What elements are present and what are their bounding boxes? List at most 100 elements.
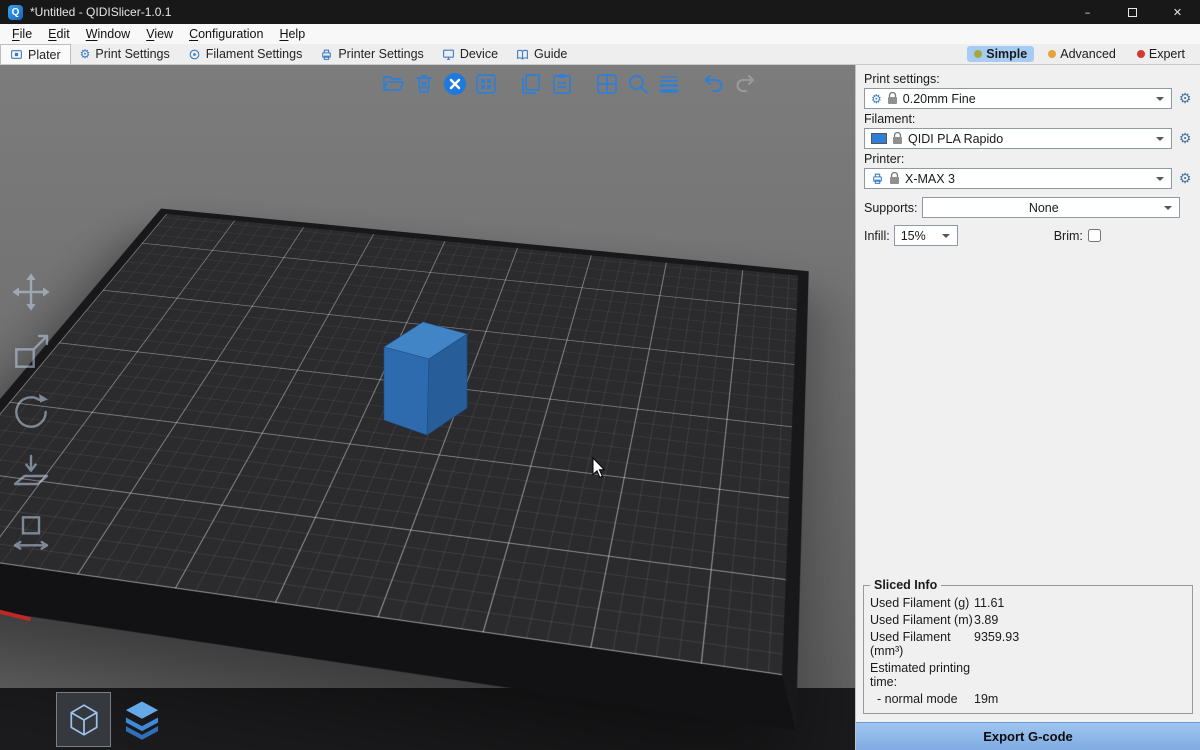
delete-button[interactable] bbox=[411, 71, 437, 97]
preview-view-button[interactable] bbox=[114, 692, 169, 747]
expert-mode-dot-icon bbox=[1137, 50, 1145, 58]
print-settings-gear-button[interactable]: ⚙ bbox=[1176, 92, 1194, 106]
print-settings-label: Print settings: bbox=[856, 69, 1200, 88]
print-bed bbox=[0, 209, 809, 731]
delete-all-button[interactable] bbox=[442, 71, 468, 97]
tab-label: Guide bbox=[534, 47, 567, 61]
rotate-tool-button[interactable] bbox=[8, 389, 54, 435]
variable-layer-height-button[interactable] bbox=[656, 71, 682, 97]
sliced-info-row: Used Filament (g) 11.61 bbox=[870, 594, 1186, 611]
mode-expert[interactable]: Expert bbox=[1130, 46, 1192, 62]
menu-window[interactable]: Window bbox=[78, 25, 138, 43]
mode-simple[interactable]: Simple bbox=[967, 46, 1034, 62]
window-title: *Untitled - QIDISlicer-1.0.1 bbox=[30, 5, 171, 19]
copy-icon bbox=[519, 72, 543, 96]
copy-button[interactable] bbox=[518, 71, 544, 97]
sliced-info-row: Used Filament (mm³) 9359.93 bbox=[870, 628, 1186, 659]
view-switch bbox=[56, 692, 169, 747]
tab-label: Printer Settings bbox=[338, 47, 423, 61]
paste-icon bbox=[550, 72, 574, 96]
bed-scene bbox=[0, 65, 855, 750]
supports-value: None bbox=[1029, 201, 1059, 215]
scale-icon bbox=[11, 332, 51, 372]
menu-help[interactable]: Help bbox=[271, 25, 313, 43]
filament-gear-button[interactable]: ⚙ bbox=[1176, 132, 1194, 146]
arrange-button[interactable] bbox=[473, 71, 499, 97]
search-button[interactable] bbox=[625, 71, 651, 97]
search-icon bbox=[626, 72, 650, 96]
title-bar: Q *Untitled - QIDISlicer-1.0.1 – ✕ bbox=[0, 0, 1200, 24]
layers-icon bbox=[121, 699, 163, 741]
lock-icon bbox=[887, 92, 898, 105]
layer-height-icon bbox=[657, 72, 681, 96]
redo-button[interactable] bbox=[732, 71, 758, 97]
lock-icon bbox=[892, 132, 903, 145]
menu-file[interactable]: File bbox=[4, 25, 40, 43]
tab-guide[interactable]: Guide bbox=[507, 44, 576, 64]
open-file-button[interactable] bbox=[380, 71, 406, 97]
maximize-button[interactable] bbox=[1110, 0, 1155, 24]
printer-label: Printer: bbox=[856, 149, 1200, 168]
printer-gear-button[interactable]: ⚙ bbox=[1176, 172, 1194, 186]
mode-advanced[interactable]: Advanced bbox=[1041, 46, 1123, 62]
paste-button[interactable] bbox=[549, 71, 575, 97]
menu-edit[interactable]: Edit bbox=[40, 25, 78, 43]
3d-viewport-canvas[interactable] bbox=[0, 65, 855, 750]
undo-button[interactable] bbox=[701, 71, 727, 97]
maximize-icon bbox=[1128, 8, 1137, 17]
move-tool-button[interactable] bbox=[8, 269, 54, 315]
rotate-icon bbox=[11, 392, 51, 432]
infill-label: Infill: bbox=[864, 229, 890, 243]
delete-icon bbox=[412, 72, 436, 96]
tab-filament-settings[interactable]: Filament Settings bbox=[179, 44, 312, 64]
undo-icon bbox=[702, 72, 726, 96]
infill-combo[interactable]: 15% bbox=[894, 225, 958, 246]
sliced-info-row: - normal mode 19m bbox=[870, 690, 1186, 707]
settings-sidebar: Print settings: ⚙ 0.20mm Fine ⚙ Filament… bbox=[855, 65, 1200, 750]
editor-view-button[interactable] bbox=[56, 692, 111, 747]
tab-label: Plater bbox=[28, 48, 61, 62]
tab-printer-settings[interactable]: Printer Settings bbox=[311, 44, 432, 64]
place-on-face-icon bbox=[11, 452, 51, 492]
printer-combo[interactable]: X-MAX 3 bbox=[864, 168, 1172, 189]
lock-icon bbox=[889, 172, 900, 185]
cube-wireframe-icon bbox=[66, 702, 102, 738]
supports-combo[interactable]: None bbox=[922, 197, 1180, 218]
fill-bed-button[interactable] bbox=[594, 71, 620, 97]
close-button[interactable]: ✕ bbox=[1155, 0, 1200, 24]
delete-all-icon bbox=[443, 72, 467, 96]
menu-configuration[interactable]: Configuration bbox=[181, 25, 271, 43]
filament-label: Filament: bbox=[856, 109, 1200, 128]
minimize-button[interactable]: – bbox=[1065, 0, 1110, 24]
printer-icon bbox=[871, 172, 884, 185]
printer-icon bbox=[320, 48, 333, 61]
export-gcode-button[interactable]: Export G-code bbox=[856, 722, 1200, 750]
infill-value: 15% bbox=[901, 229, 926, 243]
filament-color-swatch bbox=[871, 133, 887, 144]
scale-tool-button[interactable] bbox=[8, 329, 54, 375]
print-settings-value: 0.20mm Fine bbox=[903, 92, 976, 106]
spool-icon bbox=[188, 48, 201, 61]
gear-icon: ⚙ bbox=[871, 93, 882, 105]
mode-label: Expert bbox=[1149, 47, 1185, 61]
move-icon bbox=[11, 272, 51, 312]
mode-label: Advanced bbox=[1060, 47, 1116, 61]
tab-print-settings[interactable]: ⚙ Print Settings bbox=[71, 44, 179, 64]
monitor-icon bbox=[442, 48, 455, 61]
mode-switcher: Simple Advanced Expert bbox=[967, 44, 1200, 64]
filament-combo[interactable]: QIDI PLA Rapido bbox=[864, 128, 1172, 149]
brim-label: Brim: bbox=[1054, 229, 1083, 243]
menu-view[interactable]: View bbox=[138, 25, 181, 43]
advanced-mode-dot-icon bbox=[1048, 50, 1056, 58]
measure-tool-button[interactable] bbox=[8, 509, 54, 555]
menu-bar: File Edit Window View Configuration Help bbox=[0, 24, 1200, 44]
brim-checkbox[interactable] bbox=[1088, 229, 1101, 242]
print-settings-combo[interactable]: ⚙ 0.20mm Fine bbox=[864, 88, 1172, 109]
gizmo-toolbar bbox=[8, 269, 54, 555]
place-on-face-tool-button[interactable] bbox=[8, 449, 54, 495]
tab-plater[interactable]: Plater bbox=[0, 44, 71, 64]
measure-icon bbox=[11, 512, 51, 552]
redo-icon bbox=[733, 72, 757, 96]
tab-device[interactable]: Device bbox=[433, 44, 507, 64]
open-folder-icon bbox=[381, 72, 405, 96]
